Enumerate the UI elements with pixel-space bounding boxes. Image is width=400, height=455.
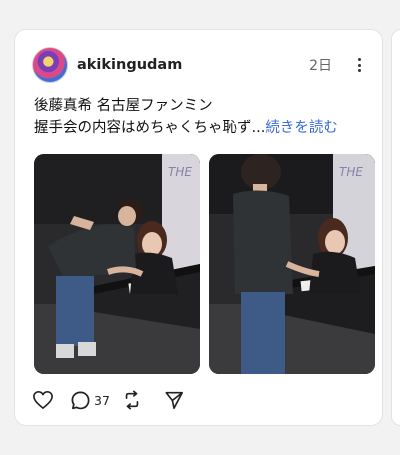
reply-icon [71,391,90,409]
action-bar: 37 [32,388,184,412]
share-button[interactable] [164,390,184,410]
post-card[interactable]: akikingudam 2日 後藤真希 名古屋ファンミン 握手会の内容はめちゃく… [14,29,383,426]
photo-sign-text-1: THE [168,165,192,179]
read-more-link[interactable]: 続きを読む [265,120,338,136]
next-post-card-edge[interactable] [391,29,400,426]
reply-button[interactable]: 37 [70,390,122,411]
post-text-line1: 後藤真希 名古屋ファンミン [34,98,213,114]
post-text-line2: 握手会の内容はめちゃくちゃ恥ず...続きを読む [34,120,338,136]
more-icon[interactable] [350,55,368,75]
like-button[interactable] [32,390,62,410]
repost-button[interactable] [122,390,164,410]
post-photo-1[interactable]: THE [34,154,200,374]
post-photo-2[interactable]: THE [209,154,375,374]
heart-icon [33,391,53,409]
share-icon [165,391,183,409]
post-header: akikingudam 2日 [32,46,368,84]
username[interactable]: akikingudam [77,57,182,73]
post-text[interactable]: 後藤真希 名古屋ファンミン 握手会の内容はめちゃくちゃ恥ず...続きを読む [34,95,370,139]
avatar[interactable] [32,47,68,83]
repost-icon [125,390,139,410]
photo-sign-text-2: THE [339,165,363,179]
post-time: 2日 [309,58,332,74]
reply-count: 37 [94,392,110,408]
